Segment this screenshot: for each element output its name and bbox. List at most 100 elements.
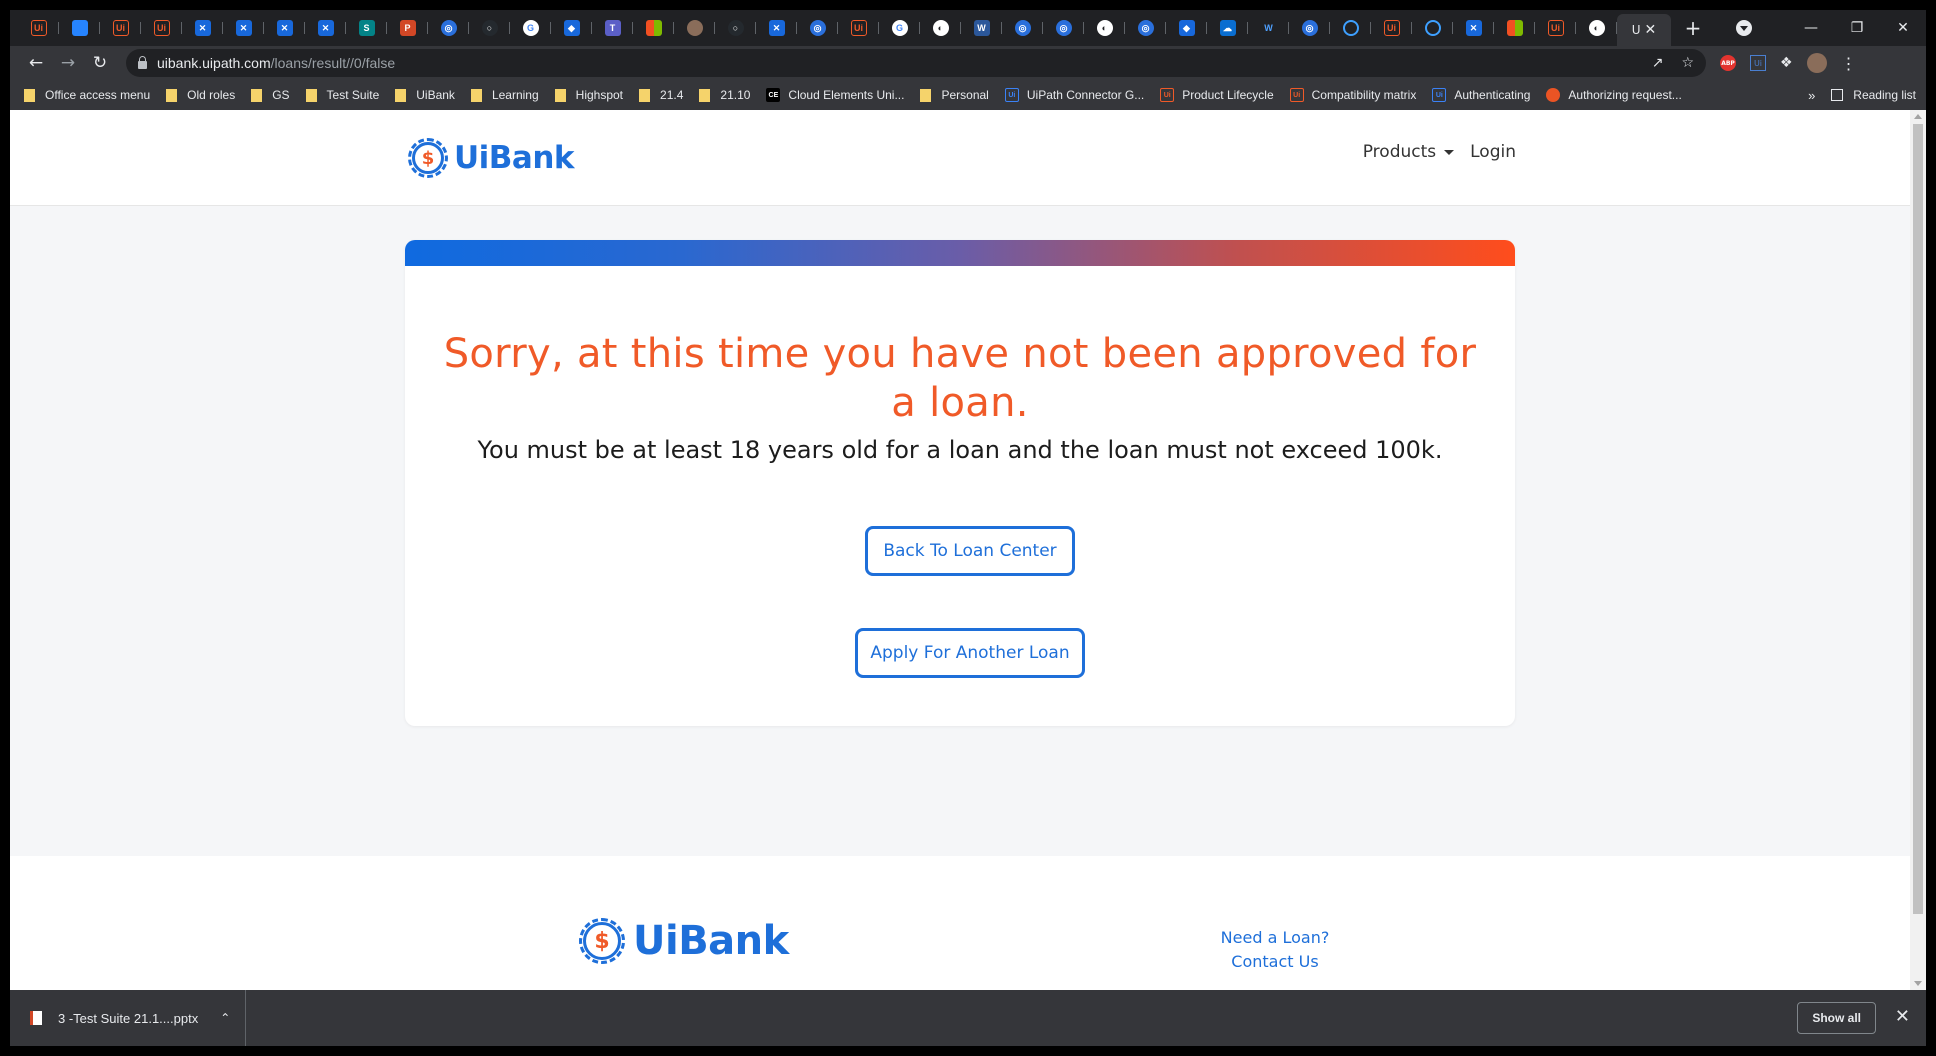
scrollbar-thumb[interactable]: [1913, 124, 1923, 914]
scroll-up-icon[interactable]: [1914, 114, 1922, 119]
browser-tab[interactable]: ✕: [1453, 14, 1494, 42]
reload-button[interactable]: ↻: [84, 53, 116, 73]
restore-button[interactable]: ❐: [1834, 20, 1880, 36]
share-icon[interactable]: ↗: [1652, 55, 1664, 71]
bookmark-item[interactable]: GS: [251, 88, 290, 102]
bookmark-star-icon[interactable]: ☆: [1681, 55, 1694, 71]
bookmark-item[interactable]: Highspot: [554, 88, 624, 102]
browser-tab[interactable]: Ui: [141, 14, 182, 42]
bookmark-item[interactable]: Office access menu: [24, 88, 150, 102]
browser-tab[interactable]: Ui: [1535, 14, 1576, 42]
confluence-favicon-icon: ✕: [194, 20, 211, 36]
extensions-puzzle-icon[interactable]: ❖: [1780, 55, 1793, 71]
apply-another-loan-button[interactable]: Apply For Another Loan: [855, 628, 1085, 678]
url-text[interactable]: uibank.uipath.com/loans/result//0/false: [157, 55, 395, 71]
need-loan-link[interactable]: Need a Loan?: [1200, 926, 1350, 950]
chevron-up-icon[interactable]: ⌃: [220, 1011, 230, 1025]
browser-tab[interactable]: ◎: [1002, 14, 1043, 42]
bookmark-item[interactable]: Personal: [920, 88, 989, 102]
page-viewport: $ UiBank Products Login Sorry, at this t…: [10, 110, 1910, 990]
adblock-extension-icon[interactable]: ABP: [1720, 55, 1736, 71]
bookmark-label: Authorizing request...: [1568, 88, 1682, 102]
browser-tab[interactable]: ○: [715, 14, 756, 42]
reading-list[interactable]: » Reading list: [1808, 80, 1916, 110]
browser-tab[interactable]: [59, 14, 100, 42]
uibank-logo[interactable]: $ UiBank: [408, 138, 575, 178]
browser-tab[interactable]: ◐: [1084, 14, 1125, 42]
bookmark-item[interactable]: Ui Compatibility matrix: [1289, 88, 1416, 102]
bookmark-item[interactable]: UiBank: [395, 88, 455, 102]
browser-tab[interactable]: [1412, 14, 1453, 42]
browser-tab[interactable]: ○: [469, 14, 510, 42]
browser-tab[interactable]: ✕: [223, 14, 264, 42]
new-tab-button[interactable]: +: [1675, 16, 1711, 40]
browser-tab[interactable]: G: [510, 14, 551, 42]
jira-favicon-icon: [71, 20, 88, 36]
show-all-button[interactable]: Show all: [1797, 1002, 1876, 1034]
bookmark-item[interactable]: Ui UiPath Connector G...: [1004, 88, 1144, 102]
contact-us-link[interactable]: Contact Us: [1200, 950, 1350, 974]
close-tab-icon[interactable]: ✕: [1645, 22, 1657, 38]
uipath-extension-icon[interactable]: Ui: [1750, 55, 1766, 71]
browser-tab[interactable]: Ui: [838, 14, 879, 42]
browser-tab[interactable]: [1494, 14, 1535, 42]
browser-tab[interactable]: W: [1248, 14, 1289, 42]
browser-tab[interactable]: ◐: [920, 14, 961, 42]
browser-tab[interactable]: [1330, 14, 1371, 42]
browser-tab[interactable]: ◆: [551, 14, 592, 42]
forward-button[interactable]: →: [52, 53, 84, 73]
login-link[interactable]: Login: [1470, 142, 1516, 162]
close-window-button[interactable]: ✕: [1880, 20, 1926, 36]
bookmark-item[interactable]: CE Cloud Elements Uni...: [766, 88, 904, 102]
back-button[interactable]: ←: [20, 53, 52, 73]
browser-tab[interactable]: ◎: [1125, 14, 1166, 42]
close-icon[interactable]: ✕: [1895, 1006, 1910, 1027]
browser-tab[interactable]: ✕: [182, 14, 223, 42]
bookmark-item[interactable]: Ui Authenticating: [1432, 88, 1530, 102]
browser-tab[interactable]: ◎: [1043, 14, 1084, 42]
page-scrollbar[interactable]: [1910, 110, 1926, 990]
browser-tab[interactable]: ◆: [1166, 14, 1207, 42]
bookmark-item[interactable]: Test Suite: [305, 88, 379, 102]
browser-tab[interactable]: G: [879, 14, 920, 42]
browser-tab[interactable]: ◎: [1289, 14, 1330, 42]
scroll-down-icon[interactable]: [1914, 981, 1922, 986]
download-item[interactable]: 3 -Test Suite 21.1....pptx ⌃: [10, 990, 246, 1046]
bookmark-item[interactable]: Learning: [470, 88, 539, 102]
browser-tab[interactable]: ✕: [264, 14, 305, 42]
microsoft-favicon-icon: [645, 20, 662, 36]
browser-tab[interactable]: ☁: [1207, 14, 1248, 42]
tab-search-icon[interactable]: [1736, 20, 1752, 36]
active-browser-tab[interactable]: U ✕: [1617, 14, 1671, 46]
browser-tab[interactable]: Ui: [1371, 14, 1412, 42]
bookmark-label: Highspot: [575, 88, 624, 102]
address-bar[interactable]: uibank.uipath.com/loans/result//0/false …: [126, 49, 1706, 77]
footer-logo[interactable]: $ UiBank: [579, 918, 789, 964]
browser-tab[interactable]: ✕: [756, 14, 797, 42]
browser-tab[interactable]: P: [387, 14, 428, 42]
browser-tab[interactable]: [633, 14, 674, 42]
bookmark-item[interactable]: Ui Product Lifecycle: [1160, 88, 1274, 102]
bookmark-item[interactable]: 21.10: [699, 88, 750, 102]
bookmark-item[interactable]: 21.4: [639, 88, 683, 102]
browser-tab[interactable]: S: [346, 14, 387, 42]
products-label: Products: [1362, 142, 1437, 162]
browser-tab[interactable]: [674, 14, 715, 42]
products-dropdown[interactable]: Products: [1362, 142, 1455, 162]
more-bookmarks-icon[interactable]: »: [1808, 88, 1815, 103]
profile-avatar[interactable]: [1806, 53, 1827, 73]
browser-tab[interactable]: ✕: [305, 14, 346, 42]
bookmark-item[interactable]: Authorizing request...: [1546, 88, 1682, 102]
browser-menu-icon[interactable]: ⋮: [1841, 54, 1857, 73]
browser-tab[interactable]: W: [961, 14, 1002, 42]
minimize-button[interactable]: —: [1788, 20, 1834, 36]
browser-tab[interactable]: ◎: [428, 14, 469, 42]
browser-tab[interactable]: Ui: [100, 14, 141, 42]
browser-tab[interactable]: ◎: [797, 14, 838, 42]
browser-tab[interactable]: T: [592, 14, 633, 42]
browser-tab[interactable]: Ui: [18, 14, 59, 42]
bookmark-item[interactable]: Old roles: [166, 88, 235, 102]
browser-tab[interactable]: ◐: [1576, 14, 1617, 42]
uipath-favicon-icon: Ui: [153, 20, 170, 36]
back-to-loan-center-button[interactable]: Back To Loan Center: [865, 526, 1075, 576]
